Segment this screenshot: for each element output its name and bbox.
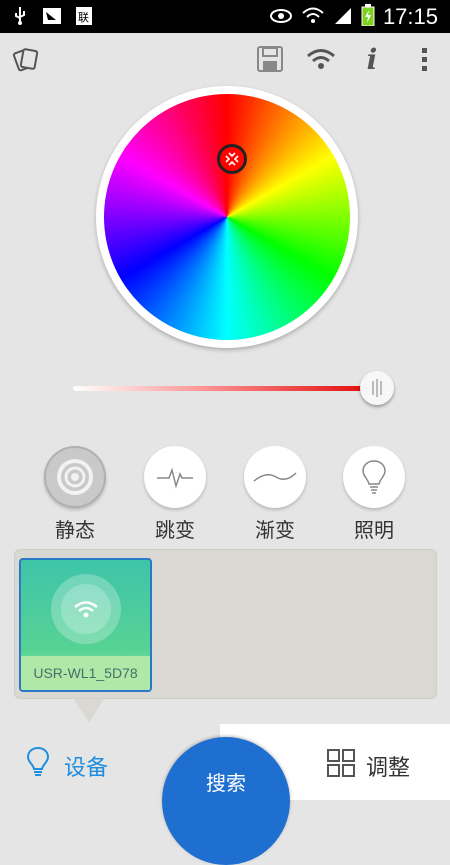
mode-label: 跳变 bbox=[155, 518, 195, 542]
status-bar: 联 17:15 bbox=[0, 0, 450, 33]
mode-lighting[interactable]: 照明 bbox=[339, 446, 409, 543]
clock: 17:15 bbox=[382, 4, 438, 29]
tab-devices-label: 设备 bbox=[64, 756, 109, 781]
lightbulb-icon bbox=[26, 746, 50, 782]
device-wifi-badge bbox=[51, 574, 121, 644]
mode-fade[interactable]: 渐变 bbox=[240, 446, 310, 543]
overflow-menu-icon[interactable] bbox=[408, 43, 440, 75]
sim-icon: 联 bbox=[74, 6, 94, 26]
wifi-icon[interactable] bbox=[305, 43, 337, 75]
search-button-label: 搜索 bbox=[206, 771, 246, 795]
panel-pointer bbox=[74, 699, 104, 723]
search-button[interactable]: 搜索 bbox=[162, 737, 290, 865]
cards-icon[interactable] bbox=[10, 43, 42, 75]
wave-icon bbox=[244, 446, 306, 508]
mode-label: 照明 bbox=[354, 518, 394, 542]
color-picker-handle[interactable] bbox=[217, 144, 247, 174]
wifi-icon bbox=[74, 601, 98, 618]
color-wheel-frame bbox=[96, 86, 358, 348]
color-wheel[interactable] bbox=[104, 94, 350, 340]
signal-icon bbox=[333, 5, 353, 29]
info-icon[interactable]: i bbox=[356, 43, 388, 76]
brightness-slider-track[interactable] bbox=[73, 386, 381, 391]
mode-label: 静态 bbox=[55, 518, 95, 542]
mode-label: 渐变 bbox=[255, 518, 295, 542]
tab-adjust-label[interactable]: 调整 bbox=[366, 750, 410, 782]
mode-jump[interactable]: 跳变 bbox=[140, 446, 210, 543]
battery-icon bbox=[361, 4, 375, 30]
bulb-icon bbox=[343, 446, 405, 508]
svg-text:联: 联 bbox=[78, 11, 89, 24]
device-name: USR-WL1_5D78 bbox=[21, 656, 150, 690]
app-toolbar: i bbox=[0, 33, 450, 85]
grid-icon[interactable] bbox=[326, 748, 356, 782]
usb-icon bbox=[10, 6, 30, 26]
mode-static[interactable]: 静态 bbox=[40, 446, 110, 543]
pulse-icon bbox=[144, 446, 206, 508]
save-icon[interactable] bbox=[254, 43, 286, 75]
static-icon bbox=[44, 446, 106, 508]
wifi-icon bbox=[301, 5, 325, 29]
eye-icon bbox=[269, 6, 293, 28]
notification-icon bbox=[42, 6, 62, 26]
brightness-slider-handle[interactable] bbox=[360, 371, 394, 405]
device-card[interactable]: USR-WL1_5D78 bbox=[19, 558, 152, 692]
